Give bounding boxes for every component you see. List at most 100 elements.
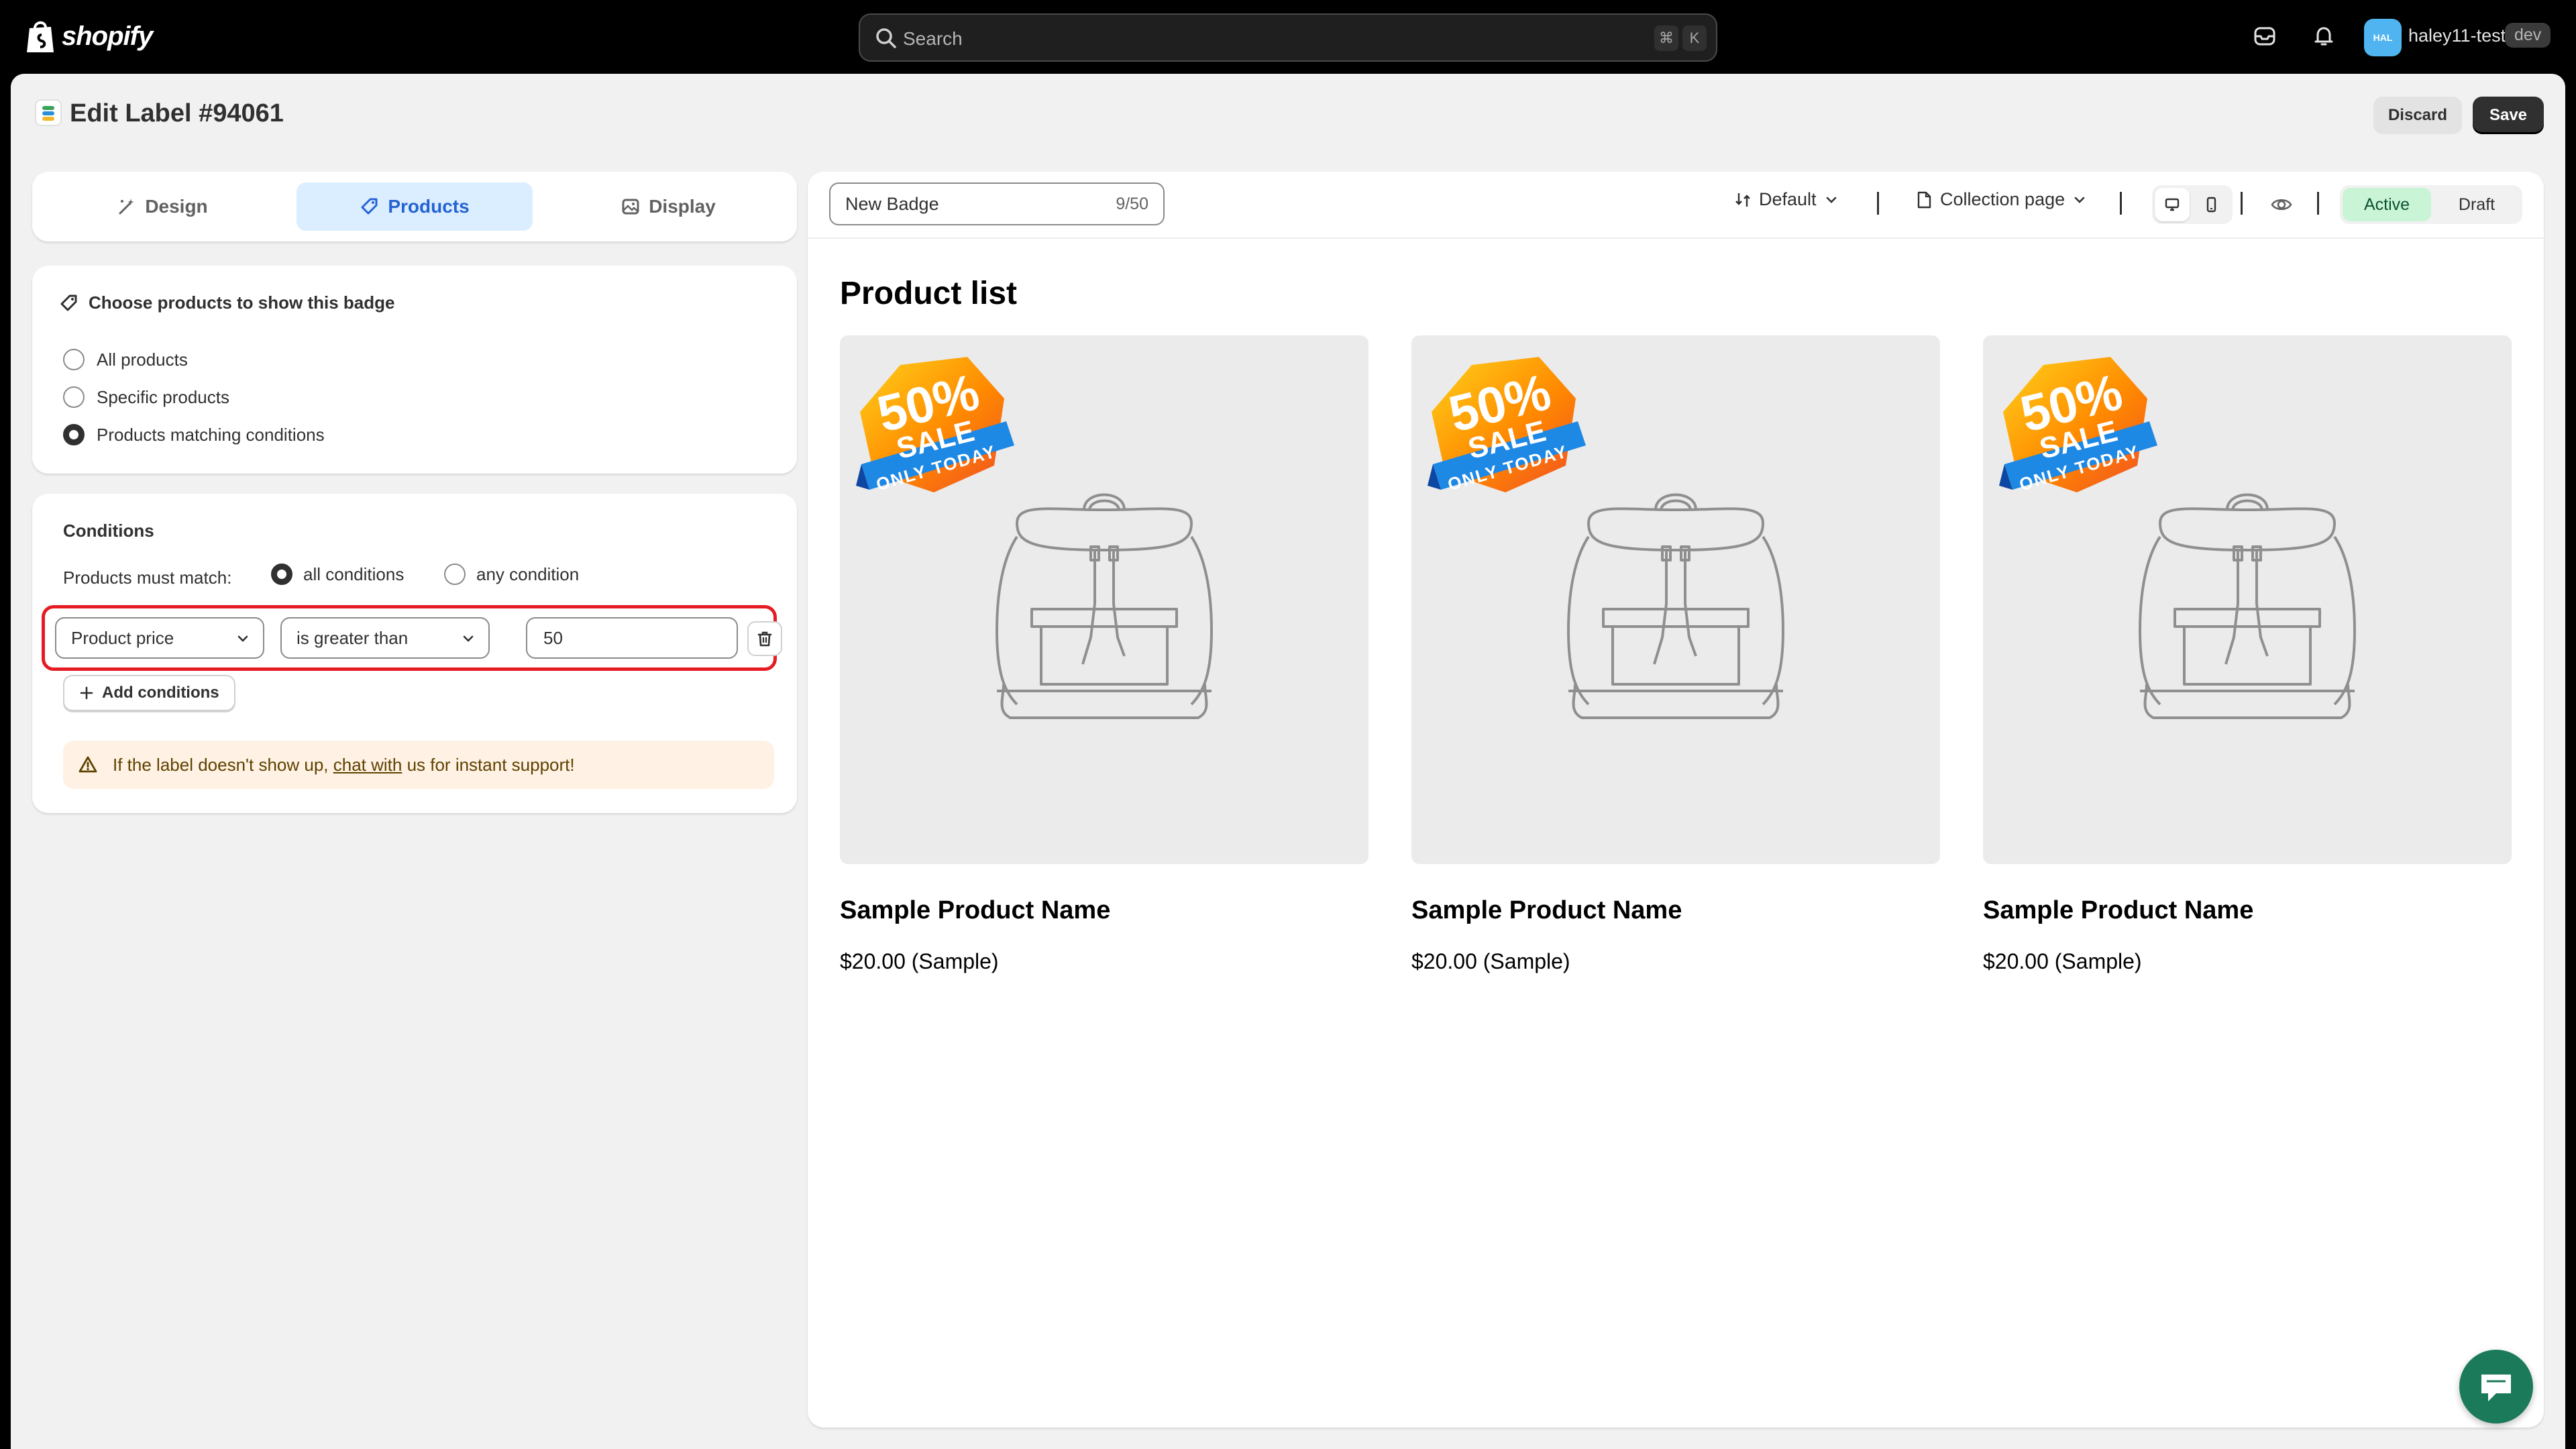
radio-matching-conditions[interactable]: Products matching conditions (63, 424, 325, 445)
tag-icon (60, 294, 77, 311)
radio-circle[interactable] (444, 564, 466, 585)
shopify-bag-icon (27, 21, 54, 52)
mobile-view-button[interactable] (2194, 188, 2229, 221)
chevron-down-icon (1826, 197, 1836, 203)
radio-all-products[interactable]: All products (63, 349, 188, 370)
chat-launcher-button[interactable] (2459, 1350, 2533, 1424)
template-select[interactable]: Default (1733, 189, 1839, 210)
choose-products-heading: Choose products to show this badge (59, 292, 394, 313)
radio-circle[interactable] (63, 349, 85, 370)
tab-display[interactable]: Display (550, 182, 786, 231)
radio-specific-products[interactable]: Specific products (63, 386, 229, 408)
toolbar-separator (2120, 192, 2122, 215)
swap-icon (1735, 193, 1750, 207)
product-card[interactable]: 50% SALE ONLY TODAY Sample Product Name … (1983, 335, 2512, 974)
inbox-icon[interactable] (2253, 24, 2277, 48)
save-button[interactable]: Save (2473, 97, 2544, 134)
toolbar-separator (2317, 192, 2319, 215)
condition-field-value: Product price (71, 628, 174, 648)
warning-text: If the label doesn't show up, chat with … (113, 754, 575, 775)
search-placeholder: Search (903, 28, 963, 49)
radio-circle[interactable] (271, 564, 292, 585)
chevron-down-icon (237, 635, 248, 642)
match-label: Products must match: (63, 568, 232, 588)
product-card[interactable]: 50% SALE ONLY TODAY Sample Product Name … (840, 335, 1368, 974)
warning-icon (78, 756, 97, 773)
radio-circle[interactable] (63, 424, 85, 445)
product-price: $20.00 (Sample) (1411, 949, 1570, 973)
chevron-down-icon (2074, 197, 2085, 203)
choose-products-card: Choose products to show this badge All p… (32, 266, 797, 474)
radio-label: Products matching conditions (97, 424, 325, 445)
conditions-card: Conditions Products must match: all cond… (32, 494, 797, 813)
chevron-down-icon (463, 635, 474, 642)
badge-name-counter: 9/50 (1116, 195, 1148, 213)
toolbar-divider (808, 237, 2544, 239)
radio-circle[interactable] (63, 386, 85, 408)
k-key: K (1682, 25, 1707, 51)
trash-icon (757, 631, 772, 647)
page-title: Edit Label #94061 (70, 99, 284, 127)
mobile-icon (2206, 197, 2216, 213)
avatar[interactable]: HAL (2364, 19, 2402, 56)
page-icon (1917, 191, 1931, 208)
backpack-icon (1567, 493, 1784, 719)
match-all-option[interactable]: all conditions (271, 564, 404, 585)
match-all-label: all conditions (303, 564, 405, 584)
backpack-icon (996, 493, 1213, 719)
image-icon (622, 199, 639, 215)
store-name[interactable]: haley11-test (2408, 25, 2506, 46)
eye-icon[interactable] (2270, 193, 2293, 216)
tabs-card: Design Products Display (32, 172, 797, 241)
product-image: 50% SALE ONLY TODAY (1983, 335, 2512, 864)
status-active-button[interactable]: Active (2343, 188, 2431, 221)
tab-display-label: Display (649, 196, 716, 217)
page-type-select[interactable]: Collection page (1915, 189, 2088, 210)
tag-icon (361, 198, 378, 215)
search-icon (876, 28, 896, 48)
status-draft-button[interactable]: Draft (2434, 188, 2520, 221)
discard-button[interactable]: Discard (2373, 97, 2462, 134)
tab-design[interactable]: Design (44, 182, 280, 231)
desktop-icon (2165, 198, 2180, 211)
sale-badge-icon: 50% SALE ONLY TODAY (1428, 357, 1586, 494)
product-price: $20.00 (Sample) (840, 949, 999, 973)
top-bar: shopify Search ⌘ K HAL haley11-test dev (0, 0, 2576, 74)
match-any-option[interactable]: any condition (444, 564, 579, 585)
shopify-logo[interactable]: shopify (25, 19, 153, 54)
device-toggle (2152, 185, 2233, 224)
condition-operator-select[interactable]: is greater than (280, 617, 490, 659)
condition-value-input[interactable]: 50 (526, 617, 738, 659)
app-frame: Edit Label #94061 Discard Save Design Pr… (11, 74, 2565, 1449)
conditions-title: Conditions (63, 521, 154, 541)
desktop-view-button[interactable] (2155, 188, 2190, 221)
tab-products[interactable]: Products (297, 182, 533, 231)
product-name[interactable]: Sample Product Name (1411, 896, 1940, 925)
plus-icon (80, 686, 93, 700)
product-card[interactable]: 50% SALE ONLY TODAY Sample Product Name … (1411, 335, 1940, 974)
condition-operator-value: is greater than (297, 628, 409, 648)
add-conditions-label: Add conditions (102, 684, 219, 702)
backpack-icon (2139, 493, 2356, 719)
preview-panel: New Badge 9/50 Default Collection page A… (808, 172, 2544, 1428)
env-badge: dev (2505, 23, 2551, 48)
page-type-value: Collection page (1940, 189, 2065, 209)
product-price: $20.00 (Sample) (1983, 949, 2142, 973)
sale-badge-icon: 50% SALE ONLY TODAY (1999, 357, 2157, 494)
tab-design-label: Design (145, 196, 208, 217)
match-any-label: any condition (476, 564, 580, 584)
condition-field-select[interactable]: Product price (55, 617, 264, 659)
bell-icon[interactable] (2312, 24, 2336, 48)
delete-condition-button[interactable] (747, 621, 782, 656)
add-conditions-button[interactable]: Add conditions (63, 675, 235, 711)
badge-name-input[interactable]: New Badge 9/50 (829, 182, 1165, 225)
toolbar-separator (2241, 192, 2243, 215)
product-image: 50% SALE ONLY TODAY (840, 335, 1368, 864)
chat-with-link[interactable]: chat with (333, 755, 402, 775)
product-image: 50% SALE ONLY TODAY (1411, 335, 1940, 864)
product-name[interactable]: Sample Product Name (840, 896, 1368, 925)
product-name[interactable]: Sample Product Name (1983, 896, 2512, 925)
toolbar-separator (1877, 192, 1879, 215)
search-bar[interactable]: Search ⌘ K (859, 13, 1717, 62)
radio-label: All products (97, 349, 188, 370)
